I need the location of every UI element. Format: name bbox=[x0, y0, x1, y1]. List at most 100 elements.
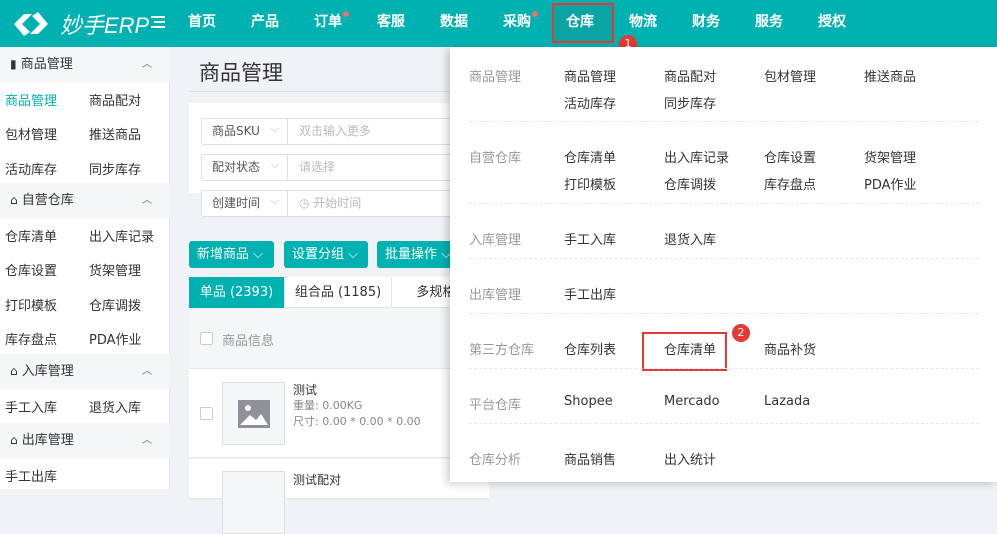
dropdown-item[interactable]: 仓库设置 bbox=[764, 147, 816, 166]
dropdown-item[interactable]: 出入库记录 bbox=[664, 147, 729, 166]
sidebar-item[interactable]: 打印模板 bbox=[5, 295, 57, 314]
warehouse-dropdown-menu: 2 商品管理 商品管理 商品配对 包材管理 推送商品 活动库存 同步库存 自营仓库 仓库清单 出入… bbox=[450, 47, 997, 482]
divider bbox=[189, 91, 489, 92]
dropdown-item[interactable]: 库存盘点 bbox=[764, 174, 816, 193]
sidebar-group-header[interactable]: ⌂ 入库管理 ︿ bbox=[0, 354, 170, 389]
sidebar-group-header[interactable]: ▮ 商品管理 ︿ bbox=[0, 47, 170, 82]
product-weight: 重量: 0.00KG bbox=[293, 399, 363, 412]
sidebar-item[interactable]: PDA作业 bbox=[89, 329, 142, 348]
sidebar-group-header[interactable]: ⌂ 出库管理 ︿ bbox=[0, 423, 170, 458]
product-name[interactable]: 测试配对 bbox=[293, 471, 341, 488]
dropdown-item[interactable]: 退货入库 bbox=[664, 229, 716, 248]
image-placeholder-icon bbox=[222, 471, 285, 534]
dropdown-item[interactable]: 同步库存 bbox=[664, 93, 716, 112]
sidebar-item[interactable]: 出入库记录 bbox=[89, 226, 154, 245]
dropdown-item[interactable]: Shopee bbox=[564, 394, 613, 409]
dropdown-item[interactable]: Lazada bbox=[764, 394, 810, 409]
dropdown-item[interactable]: 手工出库 bbox=[564, 284, 616, 303]
divider bbox=[469, 313, 979, 314]
sidebar-item[interactable]: 商品配对 bbox=[89, 90, 141, 109]
sidebar-item[interactable]: 退货入库 bbox=[89, 397, 141, 416]
sidebar-item[interactable]: 商品管理 bbox=[5, 90, 57, 109]
nav-label: 数据 bbox=[440, 14, 468, 30]
dropdown-item[interactable]: Mercado bbox=[664, 394, 720, 409]
add-product-button[interactable]: 新增商品 ⌵ bbox=[189, 241, 274, 268]
row-checkbox[interactable] bbox=[200, 407, 213, 420]
select-all-checkbox[interactable] bbox=[200, 332, 213, 345]
group-title: 商品管理 bbox=[20, 57, 73, 72]
dropdown-item[interactable]: 商品配对 bbox=[664, 66, 716, 85]
start-time-input[interactable]: ◷ 开始时间 bbox=[299, 191, 361, 216]
product-name[interactable]: 测试 bbox=[293, 381, 317, 398]
table-row: 测试配对 bbox=[189, 459, 489, 534]
dropdown-section-label: 出库管理 bbox=[469, 288, 522, 303]
nav-label: 仓库 bbox=[566, 14, 594, 30]
nav-item[interactable]: 财务 bbox=[692, 0, 720, 47]
sidebar-item[interactable]: 手工出库 bbox=[5, 466, 57, 485]
dropdown-item[interactable]: 仓库清单 bbox=[564, 147, 616, 166]
home-icon: ⌂ bbox=[10, 364, 18, 378]
logo[interactable]: 妙手ERP bbox=[10, 8, 149, 40]
dropdown-item[interactable]: 打印模板 bbox=[564, 174, 616, 193]
sidebar-group-header[interactable]: ⌂ 自营仓库 ︿ bbox=[0, 183, 170, 218]
page-title: 商品管理 bbox=[199, 61, 283, 85]
group-title: 出库管理 bbox=[21, 433, 74, 448]
dropdown-item[interactable]: 商品补货 bbox=[764, 339, 816, 358]
nav-label: 财务 bbox=[692, 14, 720, 30]
sidebar-item[interactable]: 仓库设置 bbox=[5, 260, 57, 279]
sku-select[interactable]: 商品SKU bbox=[202, 116, 288, 144]
dropdown-section-label: 第三方仓库 bbox=[469, 343, 535, 358]
group-title: 自营仓库 bbox=[21, 193, 74, 208]
dropdown-item[interactable]: PDA作业 bbox=[864, 174, 917, 193]
sku-input[interactable]: 双击输入更多 bbox=[299, 119, 371, 144]
chevron-up-icon: ︿ bbox=[142, 366, 152, 377]
pair-status-select[interactable]: 配对状态 bbox=[202, 152, 288, 180]
sidebar-item[interactable]: 活动库存 bbox=[5, 159, 57, 178]
dropdown-item[interactable]: 商品销售 bbox=[564, 449, 616, 468]
chevron-up-icon: ︿ bbox=[142, 195, 152, 206]
nav-item[interactable]: 客服 bbox=[377, 0, 405, 47]
divider bbox=[469, 121, 979, 122]
dropdown-section-label: 入库管理 bbox=[469, 233, 522, 248]
nav-item[interactable]: 订单 bbox=[314, 0, 349, 47]
sidebar-item[interactable]: 货架管理 bbox=[89, 260, 141, 279]
nav-item[interactable]: 服务 bbox=[755, 0, 783, 47]
notification-dot bbox=[343, 11, 349, 17]
home-icon: ⌂ bbox=[10, 433, 18, 447]
nav-item[interactable]: 采购 bbox=[503, 0, 538, 47]
dropdown-item[interactable]: 货架管理 bbox=[864, 147, 916, 166]
nav-item[interactable]: 数据 bbox=[440, 0, 468, 47]
nav-label: 物流 bbox=[629, 14, 657, 30]
sidebar-item[interactable]: 库存盘点 bbox=[5, 329, 57, 348]
nav-item[interactable]: 授权 bbox=[818, 0, 846, 47]
dropdown-item[interactable]: 活动库存 bbox=[564, 93, 616, 112]
clipboard-icon: ▮ bbox=[10, 57, 17, 71]
dropdown-item[interactable]: 商品管理 bbox=[564, 66, 616, 85]
tab-single[interactable]: 单品 (2393) bbox=[189, 277, 285, 308]
sidebar-item[interactable]: 同步库存 bbox=[89, 159, 141, 178]
set-group-button[interactable]: 设置分组 ⌵ bbox=[284, 241, 368, 268]
step-badge-2: 2 bbox=[732, 324, 750, 342]
sidebar-item[interactable]: 手工入库 bbox=[5, 397, 57, 416]
dropdown-item[interactable]: 仓库清单 bbox=[664, 339, 716, 358]
dropdown-item[interactable]: 仓库列表 bbox=[564, 339, 616, 358]
nav-label: 产品 bbox=[251, 14, 279, 30]
nav-item[interactable]: 仓库 bbox=[566, 0, 594, 47]
pair-status-input[interactable]: 请选择 bbox=[299, 155, 335, 180]
dropdown-item[interactable]: 包材管理 bbox=[764, 66, 816, 85]
sidebar-item[interactable]: 仓库清单 bbox=[5, 226, 57, 245]
dropdown-item[interactable]: 手工入库 bbox=[564, 229, 616, 248]
dropdown-item[interactable]: 推送商品 bbox=[864, 66, 916, 85]
menu-toggle-icon[interactable] bbox=[151, 16, 165, 28]
dropdown-item[interactable]: 仓库调拨 bbox=[664, 174, 716, 193]
nav-item[interactable]: 产品 bbox=[251, 0, 279, 47]
sidebar-item[interactable]: 仓库调拨 bbox=[89, 295, 141, 314]
dropdown-item[interactable]: 出入统计 bbox=[664, 449, 716, 468]
tab-combo[interactable]: 组合品 (1185) bbox=[285, 277, 392, 308]
divider bbox=[469, 258, 979, 259]
sidebar-item[interactable]: 推送商品 bbox=[89, 124, 141, 143]
nav-item[interactable]: 首页 bbox=[188, 0, 216, 47]
created-time-select[interactable]: 创建时间 bbox=[202, 188, 288, 216]
dropdown-section-label: 商品管理 bbox=[469, 70, 522, 85]
sidebar-item[interactable]: 包材管理 bbox=[5, 124, 57, 143]
